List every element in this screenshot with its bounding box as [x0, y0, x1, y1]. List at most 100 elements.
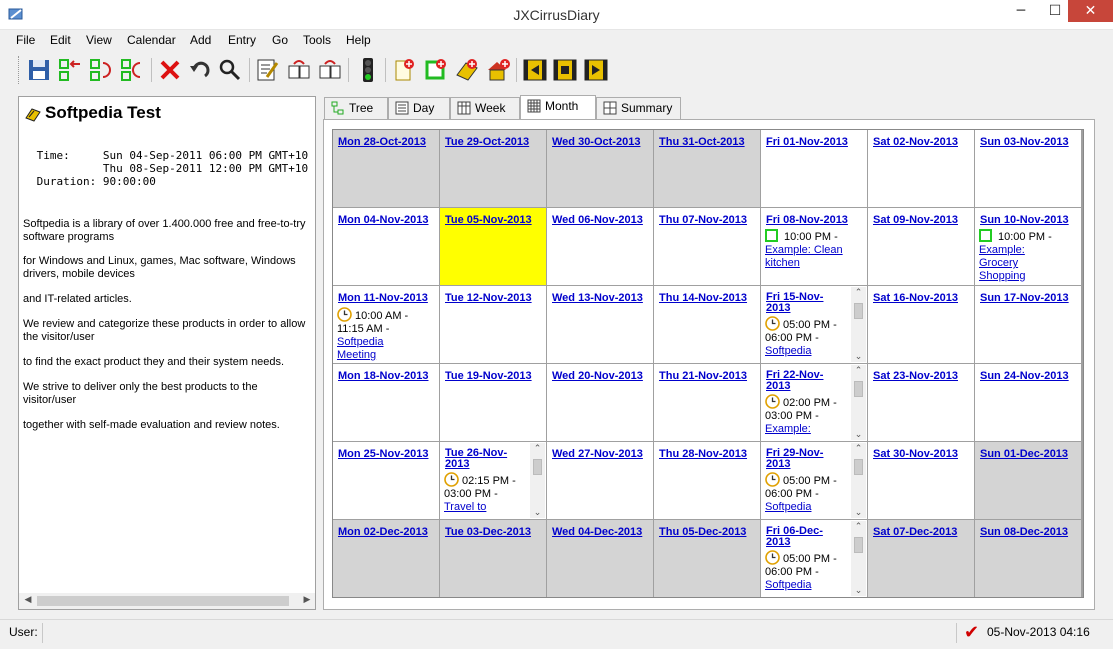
day-date-link[interactable]: Thu 05-Dec-2013 — [659, 526, 746, 538]
day-date-link[interactable]: Sat 07-Dec-2013 — [873, 526, 957, 538]
calendar-day-cell[interactable]: Wed 06-Nov-2013 — [547, 208, 653, 285]
calendar-day-cell[interactable]: Wed 27-Nov-2013 — [547, 442, 653, 519]
scroll-up-icon[interactable]: ⌃ — [851, 521, 866, 532]
scrollbar-thumb[interactable] — [854, 459, 863, 475]
scroll-left-icon[interactable]: ◀ — [22, 595, 34, 605]
move-in-icon[interactable] — [286, 57, 312, 83]
calendar-day-cell[interactable]: Tue 03-Dec-2013 — [440, 520, 546, 597]
calendar-day-cell[interactable]: Thu 28-Nov-2013 — [654, 442, 760, 519]
menu-go[interactable]: Go — [272, 33, 288, 47]
tab-tree[interactable]: Tree — [324, 97, 388, 119]
scroll-down-icon[interactable]: ⌄ — [851, 507, 866, 518]
day-date-link[interactable]: Sun 03-Nov-2013 — [980, 136, 1069, 148]
scroll-up-icon[interactable]: ⌃ — [530, 443, 545, 454]
calendar-event[interactable]: 05:00 PM -06:00 PM - Softpedia — [765, 316, 851, 358]
minimize-button[interactable]: ─ — [1004, 0, 1038, 22]
menu-entry[interactable]: Entry — [228, 33, 256, 47]
new-entry-icon[interactable] — [57, 57, 83, 83]
day-date-link[interactable]: Fri 15-Nov-2013 — [766, 292, 846, 314]
scrollbar-thumb[interactable] — [854, 303, 863, 319]
calendar-event[interactable]: 02:15 PM -03:00 PM - Travel to — [444, 472, 530, 514]
calendar-day-cell[interactable]: Wed 13-Nov-2013 — [547, 286, 653, 363]
day-date-link[interactable]: Mon 25-Nov-2013 — [338, 448, 428, 460]
calendar-day-cell[interactable]: Mon 18-Nov-2013 — [333, 364, 439, 441]
calendar-event[interactable]: 05:00 PM -06:00 PM - Softpedia — [765, 550, 851, 592]
calendar-event[interactable]: 10:00 PM - Example: Grocery Shopping — [979, 229, 1065, 283]
day-date-link[interactable]: Thu 31-Oct-2013 — [659, 136, 745, 148]
calendar-day-cell[interactable]: Wed 20-Nov-2013 — [547, 364, 653, 441]
task-checkbox-icon[interactable] — [979, 229, 992, 242]
scrollbar-thumb[interactable] — [854, 381, 863, 397]
day-date-link[interactable]: Sat 16-Nov-2013 — [873, 292, 958, 304]
day-date-link[interactable]: Sat 30-Nov-2013 — [873, 448, 958, 460]
calendar-day-cell[interactable]: Sun 01-Dec-2013 — [975, 442, 1081, 519]
day-date-link[interactable]: Tue 05-Nov-2013 — [445, 214, 532, 226]
calendar-day-cell[interactable]: Sat 30-Nov-2013 — [868, 442, 974, 519]
task-checkbox-icon[interactable] — [765, 229, 778, 242]
close-button[interactable]: ✕ — [1068, 0, 1113, 22]
calendar-event[interactable]: 02:00 PM -03:00 PM - Example: — [765, 394, 851, 436]
calendar-day-cell[interactable]: Sun 08-Dec-2013 — [975, 520, 1081, 597]
scroll-down-icon[interactable]: ⌄ — [851, 351, 866, 362]
cell-vertical-scrollbar[interactable]: ⌃ ⌄ — [530, 443, 545, 518]
edit-icon[interactable] — [255, 57, 281, 83]
tab-summary[interactable]: Summary — [596, 97, 681, 119]
scrollbar-thumb[interactable] — [37, 596, 289, 606]
calendar-day-cell[interactable]: Fri 08-Nov-2013 10:00 PM - Example: Clean … — [761, 208, 867, 285]
day-date-link[interactable]: Wed 13-Nov-2013 — [552, 292, 643, 304]
day-date-link[interactable]: Sun 17-Nov-2013 — [980, 292, 1069, 304]
day-date-link[interactable]: Wed 20-Nov-2013 — [552, 370, 643, 382]
scrollbar-thumb[interactable] — [533, 459, 542, 475]
day-date-link[interactable]: Wed 27-Nov-2013 — [552, 448, 643, 460]
calendar-day-cell[interactable]: Fri 01-Nov-2013 — [761, 130, 867, 207]
calendar-day-cell[interactable]: Sun 17-Nov-2013 — [975, 286, 1081, 363]
day-date-link[interactable]: Tue 19-Nov-2013 — [445, 370, 532, 382]
day-date-link[interactable]: Mon 04-Nov-2013 — [338, 214, 428, 226]
copy-entry-icon[interactable] — [119, 57, 145, 83]
scroll-up-icon[interactable]: ⌃ — [851, 365, 866, 376]
day-date-link[interactable]: Fri 06-Dec-2013 — [766, 526, 846, 548]
calendar-day-cell[interactable]: Tue 12-Nov-2013 — [440, 286, 546, 363]
calendar-day-cell[interactable]: Tue 26-Nov-2013 02:15 PM -03:00 PM - Trave… — [440, 442, 546, 519]
day-date-link[interactable]: Wed 04-Dec-2013 — [552, 526, 642, 538]
calendar-day-cell[interactable]: Sun 24-Nov-2013 — [975, 364, 1081, 441]
day-date-link[interactable]: Sun 08-Dec-2013 — [980, 526, 1068, 538]
calendar-event[interactable]: 05:00 PM -06:00 PM - Softpedia — [765, 472, 851, 514]
add-note-icon[interactable] — [392, 57, 418, 83]
calendar-day-cell[interactable]: Sat 07-Dec-2013 — [868, 520, 974, 597]
calendar-day-cell[interactable]: Thu 21-Nov-2013 — [654, 364, 760, 441]
calendar-day-cell[interactable]: Thu 07-Nov-2013 — [654, 208, 760, 285]
calendar-day-cell[interactable]: Thu 05-Dec-2013 — [654, 520, 760, 597]
day-date-link[interactable]: Tue 12-Nov-2013 — [445, 292, 532, 304]
menu-edit[interactable]: Edit — [50, 33, 71, 47]
event-title-link[interactable]: Example: Clean kitchen — [765, 244, 843, 269]
menu-view[interactable]: View — [86, 33, 112, 47]
add-event-icon[interactable] — [423, 57, 449, 83]
entry-horizontal-scrollbar[interactable]: ◀ ▶ — [18, 593, 316, 610]
scrollbar-thumb[interactable] — [854, 537, 863, 553]
day-date-link[interactable]: Thu 07-Nov-2013 — [659, 214, 747, 226]
calendar-day-cell[interactable]: Sat 02-Nov-2013 — [868, 130, 974, 207]
calendar-day-cell[interactable]: Mon 11-Nov-2013 10:00 AM -11:15 AM - Softp… — [333, 286, 439, 363]
add-diary-icon[interactable] — [454, 57, 480, 83]
calendar-day-cell[interactable]: Mon 25-Nov-2013 — [333, 442, 439, 519]
tab-day[interactable]: Day — [388, 97, 450, 119]
day-date-link[interactable]: Wed 06-Nov-2013 — [552, 214, 643, 226]
day-date-link[interactable]: Thu 14-Nov-2013 — [659, 292, 747, 304]
day-date-link[interactable]: Mon 02-Dec-2013 — [338, 526, 428, 538]
calendar-day-cell[interactable]: Mon 28-Oct-2013 — [333, 130, 439, 207]
day-date-link[interactable]: Mon 28-Oct-2013 — [338, 136, 426, 148]
menu-add[interactable]: Add — [190, 33, 211, 47]
calendar-day-cell[interactable]: Wed 04-Dec-2013 — [547, 520, 653, 597]
event-title-link[interactable]: Example: Grocery Shopping — [979, 244, 1026, 282]
event-title-link[interactable]: Softpedia Meeting — [337, 336, 383, 361]
sync-icon[interactable] — [88, 57, 114, 83]
calendar-day-cell[interactable]: Fri 06-Dec-2013 05:00 PM -06:00 PM - Softp… — [761, 520, 867, 597]
menu-calendar[interactable]: Calendar — [127, 33, 176, 47]
day-date-link[interactable]: Fri 29-Nov-2013 — [766, 448, 846, 470]
search-icon[interactable] — [217, 57, 243, 83]
calendar-event[interactable]: 10:00 PM - Example: Clean kitchen — [765, 229, 851, 270]
save-icon[interactable] — [26, 57, 52, 83]
day-date-link[interactable]: Sun 24-Nov-2013 — [980, 370, 1069, 382]
event-title-link[interactable]: Example: — [765, 423, 811, 435]
